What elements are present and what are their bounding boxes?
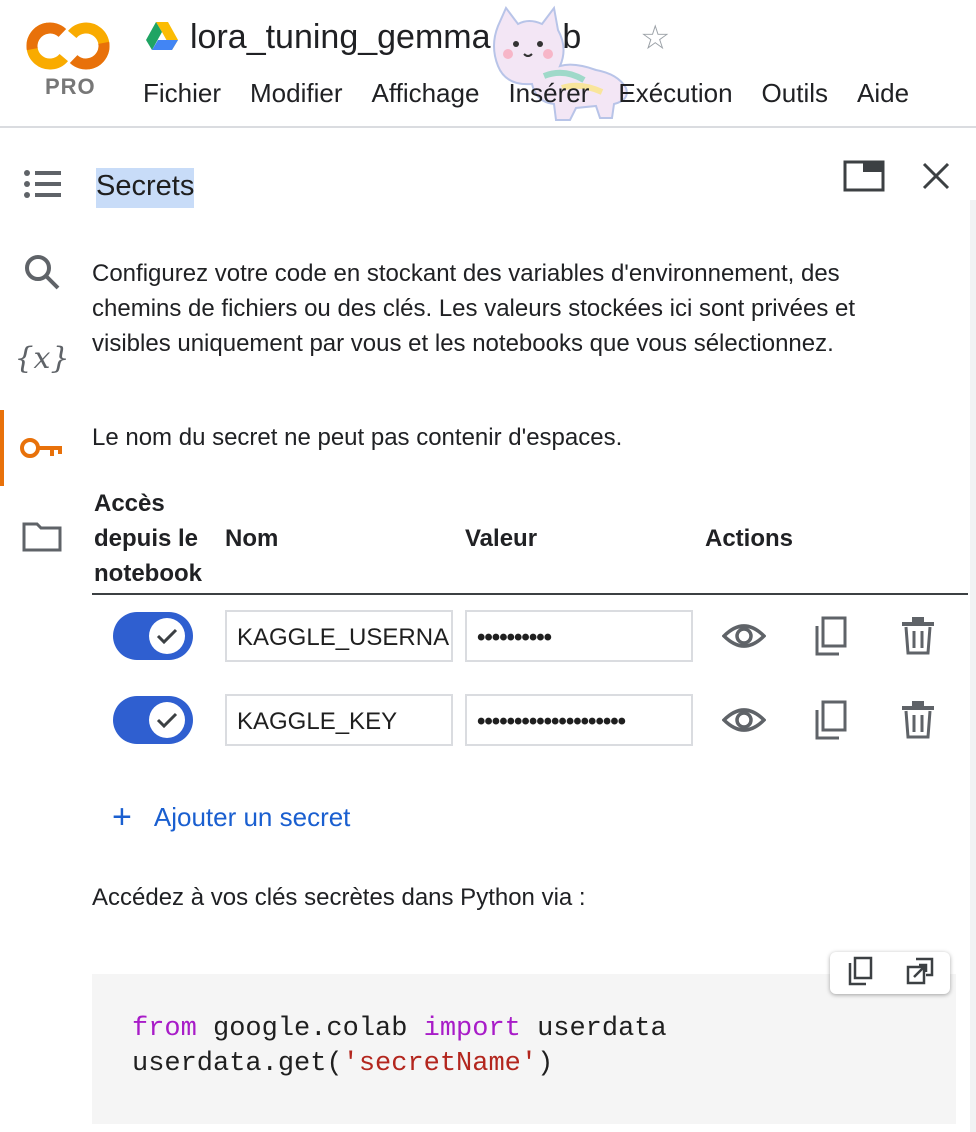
- python-access-text: Accédez à vos clés secrètes dans Python …: [92, 884, 586, 911]
- check-icon: [149, 702, 185, 738]
- code-module: google.colab: [196, 1014, 424, 1044]
- panel-title: Secrets: [96, 168, 195, 208]
- pro-badge: PRO: [45, 74, 96, 99]
- delete-icon[interactable]: [894, 698, 942, 742]
- copy-code-icon[interactable]: [847, 956, 873, 991]
- notebook-access-toggle[interactable]: [113, 612, 193, 660]
- folder-icon[interactable]: [20, 514, 64, 558]
- column-name: Nom: [225, 525, 279, 552]
- code-snippet[interactable]: from google.colab import userdata userda…: [92, 974, 956, 1124]
- table-of-contents-icon[interactable]: [20, 162, 64, 206]
- menu-inserer[interactable]: Insérer: [508, 78, 589, 109]
- colab-logo[interactable]: PRO: [26, 18, 114, 102]
- secret-value-input[interactable]: ••••••••••: [465, 610, 693, 662]
- add-secret-button[interactable]: + Ajouter un secret: [112, 800, 350, 834]
- code-keyword-from: from: [132, 1014, 197, 1044]
- menu-fichier[interactable]: Fichier: [143, 78, 221, 109]
- secret-name-input[interactable]: KAGGLE_KEY: [225, 694, 453, 746]
- close-icon[interactable]: [920, 160, 952, 197]
- column-access-line1: Accès: [94, 490, 165, 517]
- check-icon: [149, 618, 185, 654]
- colab-co-icon: [26, 22, 110, 70]
- delete-icon[interactable]: [894, 614, 942, 658]
- column-actions: Actions: [705, 525, 794, 552]
- add-secret-label: Ajouter un secret: [153, 801, 351, 832]
- table-header-divider: [92, 593, 968, 595]
- name-rule-note: Le nom du secret ne peut pas contenir d'…: [92, 424, 623, 451]
- code-toolbar: [830, 952, 950, 994]
- star-icon[interactable]: ☆: [640, 18, 670, 58]
- top-header: PRO lora_tuning_gemma.ipynb ☆ Fichier Mo…: [0, 0, 976, 128]
- notebook-access-toggle[interactable]: [113, 696, 193, 744]
- variables-icon[interactable]: {x}: [14, 336, 69, 380]
- secret-value-input[interactable]: ••••••••••••••••••••: [465, 694, 693, 746]
- menu-bar: Fichier Modifier Affichage Insérer Exécu…: [143, 78, 938, 109]
- column-access-line3: notebook: [94, 560, 202, 587]
- search-icon[interactable]: [20, 250, 64, 294]
- menu-aide[interactable]: Aide: [857, 78, 909, 109]
- column-access-line2: depuis le: [94, 525, 199, 552]
- google-drive-icon[interactable]: [146, 22, 178, 50]
- column-access: Accès depuis le notebook: [94, 486, 202, 591]
- menu-affichage[interactable]: Affichage: [372, 78, 480, 109]
- menu-modifier[interactable]: Modifier: [250, 78, 342, 109]
- secret-row: KAGGLE_KEY ••••••••••••••••••••: [92, 692, 968, 750]
- secret-row: KAGGLE_USERNAME ••••••••••: [92, 608, 968, 666]
- menu-outils[interactable]: Outils: [762, 78, 828, 109]
- copy-icon[interactable]: [806, 698, 854, 742]
- code-keyword-import: import: [423, 1014, 521, 1044]
- secret-name-input[interactable]: KAGGLE_USERNAME: [225, 610, 453, 662]
- panel-description: Configurez votre code en stockant des va…: [92, 260, 856, 357]
- panel-scrollbar[interactable]: [970, 200, 976, 1132]
- eye-icon[interactable]: [720, 698, 768, 742]
- open-in-tab-icon[interactable]: [843, 160, 885, 197]
- menu-execution[interactable]: Exécution: [618, 78, 732, 109]
- rail-active-indicator: [0, 410, 4, 486]
- code-call-end: ): [537, 1049, 554, 1079]
- code-string: 'secretName': [342, 1049, 538, 1079]
- code-call: userdata.get(: [132, 1049, 343, 1079]
- code-import-name: userdata: [520, 1014, 667, 1044]
- key-icon[interactable]: [20, 426, 64, 470]
- column-value: Valeur: [465, 525, 538, 552]
- insert-code-icon[interactable]: [906, 957, 934, 990]
- eye-icon[interactable]: [720, 614, 768, 658]
- plus-icon: +: [112, 798, 132, 836]
- copy-icon[interactable]: [806, 614, 854, 658]
